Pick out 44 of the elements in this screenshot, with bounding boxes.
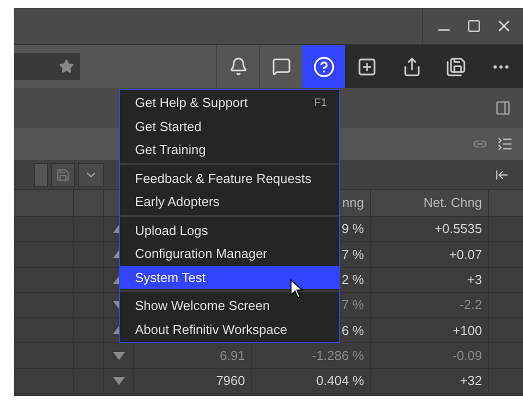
search-field[interactable]: [14, 53, 80, 80]
star-icon[interactable]: [59, 59, 74, 74]
menu-item[interactable]: Show Welcome Screen: [120, 294, 339, 318]
menu-item[interactable]: Configuration Manager: [120, 242, 339, 266]
panel-icon[interactable]: [495, 100, 511, 116]
menu-item[interactable]: System Test: [120, 266, 339, 289]
menu-item[interactable]: Upload Logs: [120, 218, 339, 242]
menu-item[interactable]: About Refinitiv Workspace: [120, 318, 339, 341]
table-cell-text: 7960: [216, 372, 245, 390]
bell-icon: [228, 57, 248, 76]
down-triangle-icon: [112, 352, 124, 360]
save-icon[interactable]: [446, 56, 466, 76]
table-cell-text: 7 %: [342, 246, 364, 264]
table-cell-text: 9 %: [342, 220, 364, 238]
list-icon[interactable]: [497, 136, 513, 152]
table-cell-text: +32: [460, 372, 482, 390]
table-cell-text: +3: [467, 270, 482, 289]
mouse-cursor-icon: [290, 279, 304, 299]
table-cell-text: 7 %: [342, 296, 364, 314]
save-button[interactable]: [51, 162, 75, 186]
save-icon: [56, 168, 70, 182]
dropdown-button[interactable]: [78, 162, 104, 186]
help-icon: [312, 56, 334, 78]
table-cell-text: +0.5535: [434, 220, 482, 238]
table-cell-text: 6 %: [342, 322, 364, 340]
table-cell-text: 0.404 %: [316, 372, 364, 390]
table-cell-text: 2 %: [342, 270, 364, 289]
help-button[interactable]: [302, 45, 345, 88]
table-cell-text: -1.286 %: [312, 346, 364, 365]
table-cell-text: +0.07: [449, 246, 482, 264]
table-cell-text: -2.2: [460, 296, 482, 314]
menu-item[interactable]: Early Adopters: [120, 190, 339, 214]
share-icon[interactable]: [402, 56, 422, 76]
new-window-icon[interactable]: [357, 56, 378, 76]
column-header[interactable]: Net. Chng: [423, 193, 482, 213]
collapse-icon[interactable]: [495, 168, 509, 182]
table-cell-text: +100: [452, 322, 482, 340]
maximize-icon[interactable]: [467, 19, 481, 33]
down-triangle-icon: [112, 376, 124, 385]
table-cell-text: 6.91: [220, 346, 245, 365]
column-header[interactable]: nng: [342, 193, 364, 213]
speech-bubble-icon: [272, 57, 290, 76]
menu-item[interactable]: Get Started: [120, 114, 339, 138]
table-cell-text: -0.09: [452, 346, 482, 365]
